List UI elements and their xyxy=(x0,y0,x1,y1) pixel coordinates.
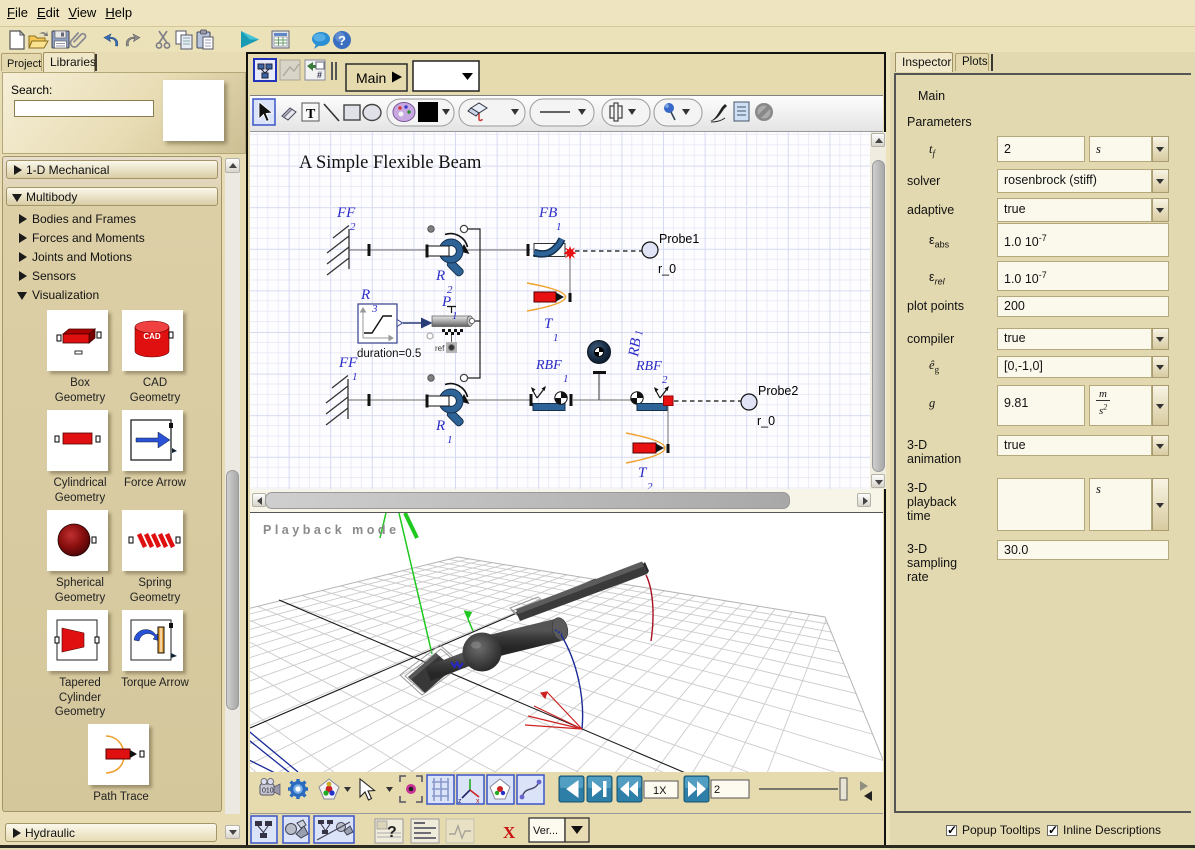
svg-text:P: P xyxy=(441,294,451,310)
svg-text:#: # xyxy=(317,70,322,80)
svg-text:ref: ref xyxy=(435,344,445,353)
svg-text:1: 1 xyxy=(556,221,562,233)
svg-text:T: T xyxy=(306,107,316,122)
svg-text:X: X xyxy=(503,823,516,842)
svg-text:2: 2 xyxy=(647,481,653,489)
svg-text:Main: Main xyxy=(356,70,386,86)
svg-text:2: 2 xyxy=(350,221,356,233)
svg-text:r_0: r_0 xyxy=(658,262,676,276)
svg-text:x: x xyxy=(476,798,480,805)
svg-text:1: 1 xyxy=(352,371,358,383)
svg-text:Playback mode: Playback mode xyxy=(263,523,400,537)
svg-text:RBF: RBF xyxy=(635,359,662,374)
svg-text:010: 010 xyxy=(262,788,274,795)
svg-text:R: R xyxy=(360,287,370,303)
svg-text:FF: FF xyxy=(338,355,358,371)
svg-text:1: 1 xyxy=(452,310,458,322)
svg-text:2: 2 xyxy=(662,374,668,386)
svg-text:?: ? xyxy=(387,824,397,841)
svg-text:duration=0.5: duration=0.5 xyxy=(357,348,421,360)
svg-text:CAD: CAD xyxy=(143,332,161,341)
svg-text:1X: 1X xyxy=(653,785,667,797)
svg-text:R: R xyxy=(435,268,445,284)
svg-text:r_0: r_0 xyxy=(757,414,775,428)
svg-text:?: ? xyxy=(338,33,346,48)
svg-text:R: R xyxy=(435,418,445,434)
svg-text:RBF: RBF xyxy=(535,358,562,373)
svg-text:Probe2: Probe2 xyxy=(758,384,798,398)
svg-text:FB: FB xyxy=(538,205,557,221)
svg-text:FF: FF xyxy=(336,205,356,221)
svg-text:z: z xyxy=(458,798,462,805)
svg-text:RB: RB xyxy=(626,337,645,358)
svg-text:2: 2 xyxy=(714,784,720,796)
svg-text:Probe1: Probe1 xyxy=(659,232,699,246)
svg-text:1: 1 xyxy=(447,434,453,446)
svg-text:A Simple Flexible Beam: A Simple Flexible Beam xyxy=(299,153,482,173)
svg-text:1: 1 xyxy=(553,332,559,344)
svg-text:3: 3 xyxy=(371,303,378,315)
svg-text:Ver...: Ver... xyxy=(533,825,558,837)
svg-text:1: 1 xyxy=(563,373,569,385)
